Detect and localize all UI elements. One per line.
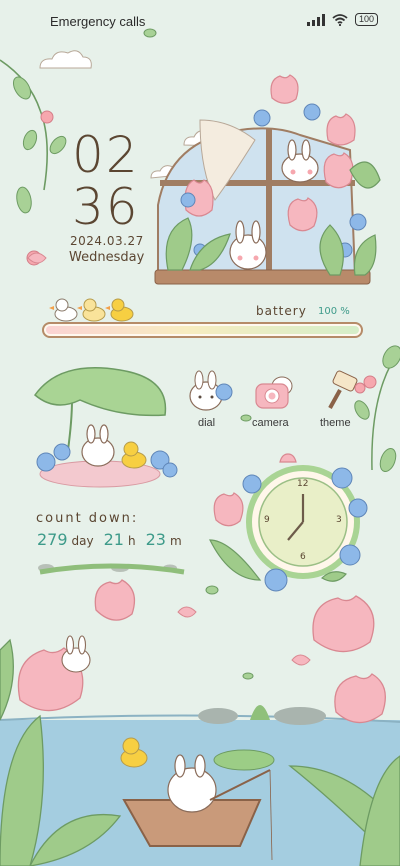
clock-number-9: 9: [264, 515, 270, 525]
clock-hours[interactable]: 02: [72, 126, 140, 184]
analog-clock-widget: [209, 453, 368, 592]
theme-label: theme: [320, 417, 351, 429]
date-text: 2024.03.27: [70, 234, 144, 248]
countdown-hours: 21: [103, 530, 124, 549]
countdown-values: 279 day 21 h 23 m: [37, 530, 188, 549]
battery-progress-fill: [46, 326, 359, 334]
dial-app[interactable]: dial: [184, 370, 236, 429]
pond-scene: [0, 579, 400, 866]
clock-number-12: 12: [297, 479, 309, 489]
countdown-minutes: 23: [145, 530, 166, 549]
camera-app[interactable]: camera: [250, 370, 302, 429]
camera-icon: [255, 376, 293, 409]
camera-label: camera: [252, 417, 289, 429]
clock-number-6: 6: [300, 552, 306, 562]
countdown-days: 279: [37, 530, 68, 549]
weekday-text: Wednesday: [69, 250, 145, 265]
grass-strip: [38, 563, 185, 575]
cloud: [39, 50, 92, 69]
countdown-minutes-unit: m: [169, 534, 182, 548]
countdown-title: count down:: [36, 511, 139, 526]
clock-minutes[interactable]: 36: [72, 178, 140, 236]
theme-app[interactable]: theme: [320, 370, 372, 429]
countdown-days-unit: day: [71, 534, 94, 548]
bunny-dial-icon: [189, 370, 233, 411]
battery-progress-bar: [42, 322, 363, 338]
window-scene: [154, 74, 381, 285]
battery-label: battery: [256, 304, 307, 318]
background-illustration: [0, 28, 400, 866]
clock-number-3: 3: [336, 515, 342, 525]
countdown-hours-unit: h: [127, 534, 136, 548]
battery-percent: 100 %: [318, 306, 350, 317]
duck-decoration: [49, 298, 134, 322]
lilypad-scene: [33, 367, 178, 488]
dial-label: dial: [198, 417, 216, 429]
paintbrush-icon: [328, 370, 366, 409]
